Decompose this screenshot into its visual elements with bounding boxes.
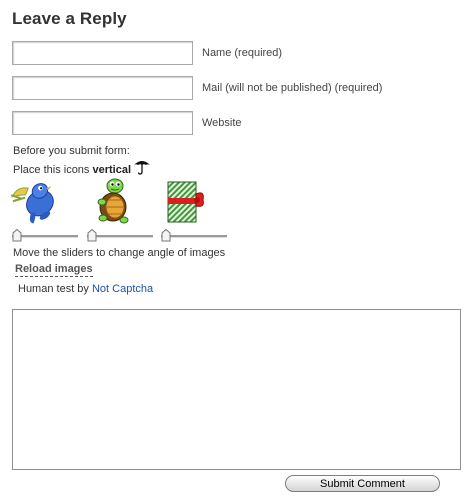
human-test-text: Human test by Not Captcha xyxy=(18,283,153,295)
angle-slider-2[interactable] xyxy=(87,229,155,243)
angle-slider-3[interactable] xyxy=(161,229,231,243)
comment-textarea[interactable] xyxy=(12,309,461,470)
website-label: Website xyxy=(202,117,242,129)
email-input[interactable] xyxy=(12,76,193,100)
human-test-prefix: Human test by xyxy=(18,283,92,295)
turtle-icon[interactable] xyxy=(93,178,133,229)
slider-thumb[interactable] xyxy=(87,229,97,242)
form-title: Leave a Reply xyxy=(12,9,127,28)
slider-hint-text: Move the sliders to change angle of imag… xyxy=(13,247,226,259)
instruction-text: Place this icons vertical xyxy=(13,164,131,176)
bird-icon[interactable] xyxy=(10,178,61,229)
instruction-prefix: Place this icons xyxy=(13,164,93,176)
instruction-emphasis: vertical xyxy=(92,164,132,176)
name-input[interactable] xyxy=(12,41,193,65)
slider-thumb[interactable] xyxy=(161,229,171,242)
before-submit-text: Before you submit form: xyxy=(13,145,130,157)
submit-comment-button[interactable]: Submit Comment xyxy=(285,475,440,492)
website-input[interactable] xyxy=(12,111,193,135)
email-label: Mail (will not be published) (required) xyxy=(202,82,383,94)
umbrella-icon xyxy=(133,158,151,180)
reload-images-link[interactable]: Reload images xyxy=(15,263,93,277)
gift-icon[interactable] xyxy=(165,178,205,229)
slider-thumb[interactable] xyxy=(12,229,22,242)
angle-slider-1[interactable] xyxy=(12,229,80,243)
name-label: Name (required) xyxy=(202,47,283,59)
not-captcha-link[interactable]: Not Captcha xyxy=(92,283,153,295)
